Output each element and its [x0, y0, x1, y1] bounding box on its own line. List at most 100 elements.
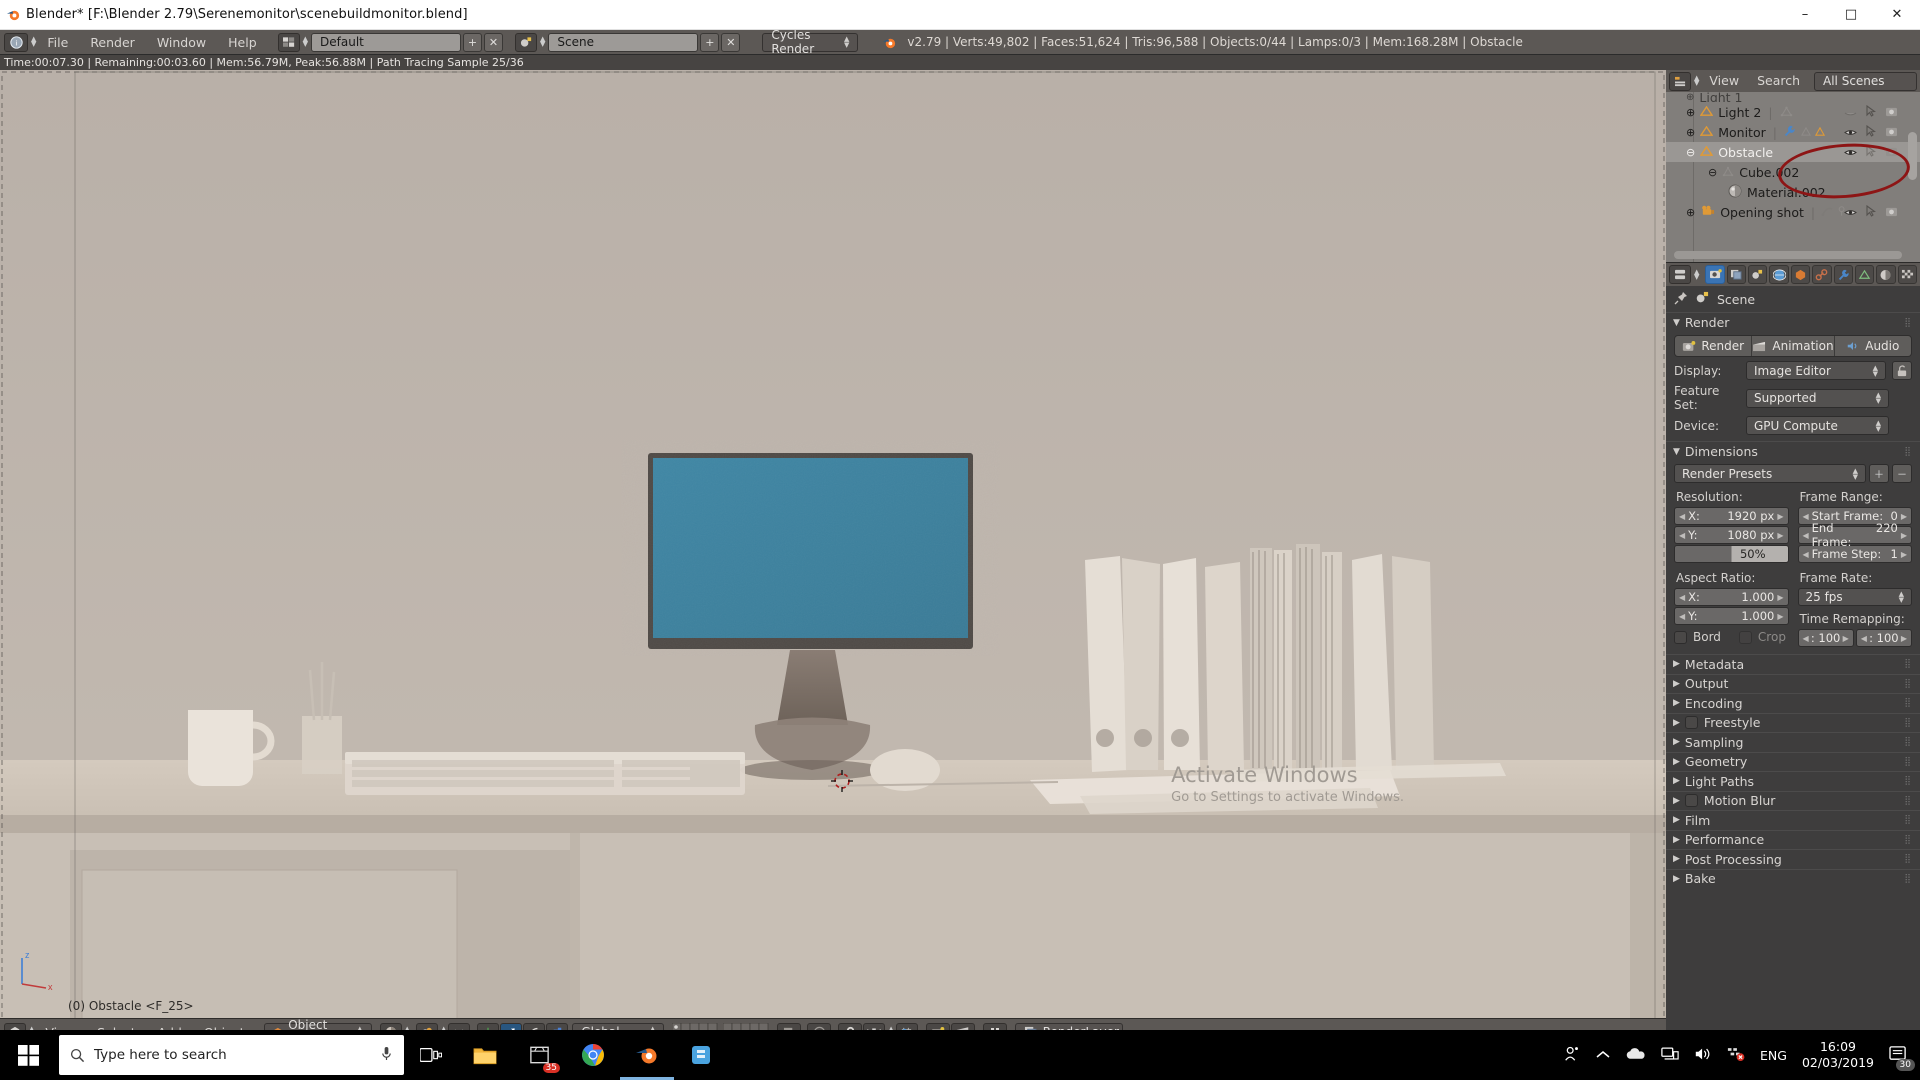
outliner-display-mode-select[interactable]: All Scenes [1814, 71, 1917, 91]
panel-header-motion-blur[interactable]: ▶ Motion Blur ⣿ [1666, 790, 1920, 811]
feature-set-select[interactable]: Supported ▲ ▼ [1746, 388, 1889, 408]
panel-header-post-processing[interactable]: ▶ Post Processing ⣿ [1666, 849, 1920, 869]
border-checkbox-row[interactable]: Bord [1674, 630, 1721, 644]
render-image-button[interactable]: Render [1675, 336, 1753, 356]
show-hidden-icons-chevron-icon[interactable] [1596, 1048, 1610, 1063]
delete-scene-button[interactable]: ✕ [721, 32, 741, 52]
right-arrow-icon[interactable]: ▶ [1777, 512, 1783, 521]
tree-collapse-icon[interactable]: ⊖ [1708, 166, 1717, 179]
tree-collapse-icon[interactable]: ⊖ [1686, 146, 1695, 159]
frame-rate-select[interactable]: 25 fps ▲ ▼ [1797, 588, 1912, 606]
outliner-row-opening-shot[interactable]: ⊕ Opening shot | [1666, 202, 1920, 222]
outliner-editor-arrows[interactable]: ▲ ▼ [1694, 75, 1699, 87]
camera-render-icon[interactable] [1885, 125, 1898, 140]
eye-open-icon[interactable] [1844, 205, 1857, 220]
render-viewport[interactable]: z x (0) Obstacle <F_25> Activate Windows… [0, 70, 1666, 1045]
tab-modifiers[interactable] [1833, 265, 1853, 284]
microsoft-store-button[interactable]: 35 [512, 1030, 566, 1080]
eye-open-icon[interactable] [1844, 145, 1857, 160]
menu-file[interactable]: File [36, 30, 79, 55]
eye-closed-icon[interactable] [1844, 105, 1857, 120]
aspect-x-field[interactable]: ◀ X: 1.000 ▶ [1674, 588, 1789, 606]
people-icon[interactable] [1563, 1045, 1581, 1066]
display-select[interactable]: Image Editor ▲ ▼ [1746, 361, 1886, 380]
cursor-arrow-icon[interactable] [1866, 124, 1877, 140]
right-arrow-icon[interactable]: ▶ [1777, 531, 1783, 540]
tree-expander-icon[interactable]: ⊕ [1686, 206, 1695, 219]
panel-header-bake[interactable]: ▶ Bake ⣿ [1666, 868, 1920, 889]
time-remap-new-field[interactable]: ◀ : 100 ▶ [1855, 629, 1912, 647]
frame-step-field[interactable]: ◀ Frame Step: 1 ▶ [1797, 545, 1912, 563]
tab-render[interactable] [1705, 265, 1725, 284]
camera-render-icon[interactable] [1885, 105, 1898, 120]
render-audio-button[interactable]: Audio [1834, 336, 1911, 356]
tab-texture[interactable] [1897, 265, 1917, 284]
add-preset-button[interactable]: ＋ [1869, 464, 1889, 483]
wrench-modifier-icon[interactable] [1783, 125, 1796, 140]
right-arrow-icon[interactable]: ▶ [1901, 550, 1907, 559]
panel-header-render[interactable]: ▼ Render ⣿ [1666, 312, 1920, 332]
nvidia-tray-icon[interactable] [1727, 1046, 1745, 1065]
aspect-y-field[interactable]: ◀ Y: 1.000 ▶ [1674, 607, 1789, 625]
maximize-button[interactable]: □ [1828, 0, 1874, 30]
onedrive-icon[interactable] [1625, 1047, 1646, 1064]
outliner-horizontal-scrollbar[interactable] [1674, 251, 1902, 259]
remove-preset-button[interactable]: － [1892, 464, 1912, 483]
outliner-row-toggles[interactable] [1844, 144, 1898, 160]
delete-screen-layout-button[interactable]: ✕ [484, 32, 504, 52]
scene-icon[interactable] [515, 32, 538, 52]
tab-object-data[interactable] [1854, 265, 1875, 284]
task-view-button[interactable] [404, 1030, 458, 1080]
slack-button[interactable] [674, 1030, 728, 1080]
panel-header-sampling[interactable]: ▶ Sampling ⣿ [1666, 732, 1920, 752]
right-arrow-icon[interactable]: ▶ [1901, 634, 1907, 643]
editor-type-selector[interactable]: i ▲ ▼ [4, 32, 36, 52]
panel-header-light-paths[interactable]: ▶ Light Paths ⣿ [1666, 771, 1920, 791]
volume-icon[interactable] [1694, 1046, 1712, 1065]
outliner-menu-search[interactable]: Search [1749, 70, 1808, 92]
camera-render-icon[interactable] [1885, 205, 1898, 220]
action-center-button[interactable]: 30 [1889, 1045, 1915, 1071]
display-lock-button[interactable] [1892, 361, 1912, 380]
blender-taskbar-button[interactable] [620, 1030, 674, 1080]
outliner-editor-type-icon[interactable] [1669, 71, 1691, 91]
properties-editor-arrows[interactable]: ▲ ▼ [1694, 268, 1699, 280]
outliner-tree[interactable]: ⊕ Light 1 ⊕ Light 2 | ⊕ Monitor | ⊖ Obst… [1666, 92, 1920, 262]
cursor-arrow-icon[interactable] [1866, 204, 1877, 220]
outliner-row-material-002[interactable]: Material.002 [1666, 182, 1920, 202]
tab-constraints[interactable] [1812, 265, 1832, 284]
camera-render-disabled-icon[interactable] [1885, 145, 1898, 160]
file-explorer-button[interactable] [458, 1030, 512, 1080]
menu-window[interactable]: Window [146, 30, 217, 55]
panel-header-dimensions[interactable]: ▼ Dimensions ⣿ [1666, 441, 1920, 461]
pin-icon[interactable] [1674, 291, 1688, 308]
outliner-row-cube-002[interactable]: ⊖ Cube.002 [1666, 162, 1920, 182]
border-checkbox[interactable] [1674, 630, 1687, 644]
chrome-button[interactable] [566, 1030, 620, 1080]
cursor-arrow-icon[interactable] [1866, 144, 1877, 160]
screen-layout-name[interactable]: Default [311, 32, 462, 52]
panel-header-output[interactable]: ▶ Output ⣿ [1666, 673, 1920, 694]
tab-scene[interactable] [1748, 265, 1768, 284]
tab-render-layers[interactable] [1726, 265, 1747, 284]
tree-expander-icon[interactable]: ⊕ [1686, 106, 1695, 119]
properties-editor-type-icon[interactable] [1669, 265, 1691, 284]
scene-browse-arrows[interactable]: ▲ ▼ [540, 36, 545, 48]
panel-header-film[interactable]: ▶ Film ⣿ [1666, 810, 1920, 830]
menu-help[interactable]: Help [217, 30, 268, 55]
left-arrow-icon[interactable]: ◀ [1861, 634, 1867, 643]
right-arrow-icon[interactable]: ▶ [1901, 512, 1907, 521]
outliner-row-toggles[interactable] [1844, 104, 1898, 120]
outliner-row-monitor[interactable]: ⊕ Monitor | [1666, 122, 1920, 142]
tree-expander[interactable]: ⊕ [1686, 92, 1694, 102]
right-arrow-icon[interactable]: ▶ [1777, 612, 1783, 621]
outliner-menu-view[interactable]: View [1701, 70, 1747, 92]
render-animation-button[interactable]: Animation [1752, 336, 1835, 356]
add-screen-layout-button[interactable]: + [463, 32, 483, 52]
outliner-row-toggles[interactable] [1844, 124, 1898, 140]
render-buttons-group[interactable]: Render Animation Audio [1674, 335, 1912, 357]
panel-header-freestyle[interactable]: ▶ Freestyle ⣿ [1666, 712, 1920, 733]
outliner-row-toggles[interactable] [1844, 204, 1898, 220]
outliner-row-obstacle[interactable]: ⊖ Obstacle [1666, 142, 1920, 162]
freestyle-checkbox[interactable] [1684, 716, 1698, 730]
